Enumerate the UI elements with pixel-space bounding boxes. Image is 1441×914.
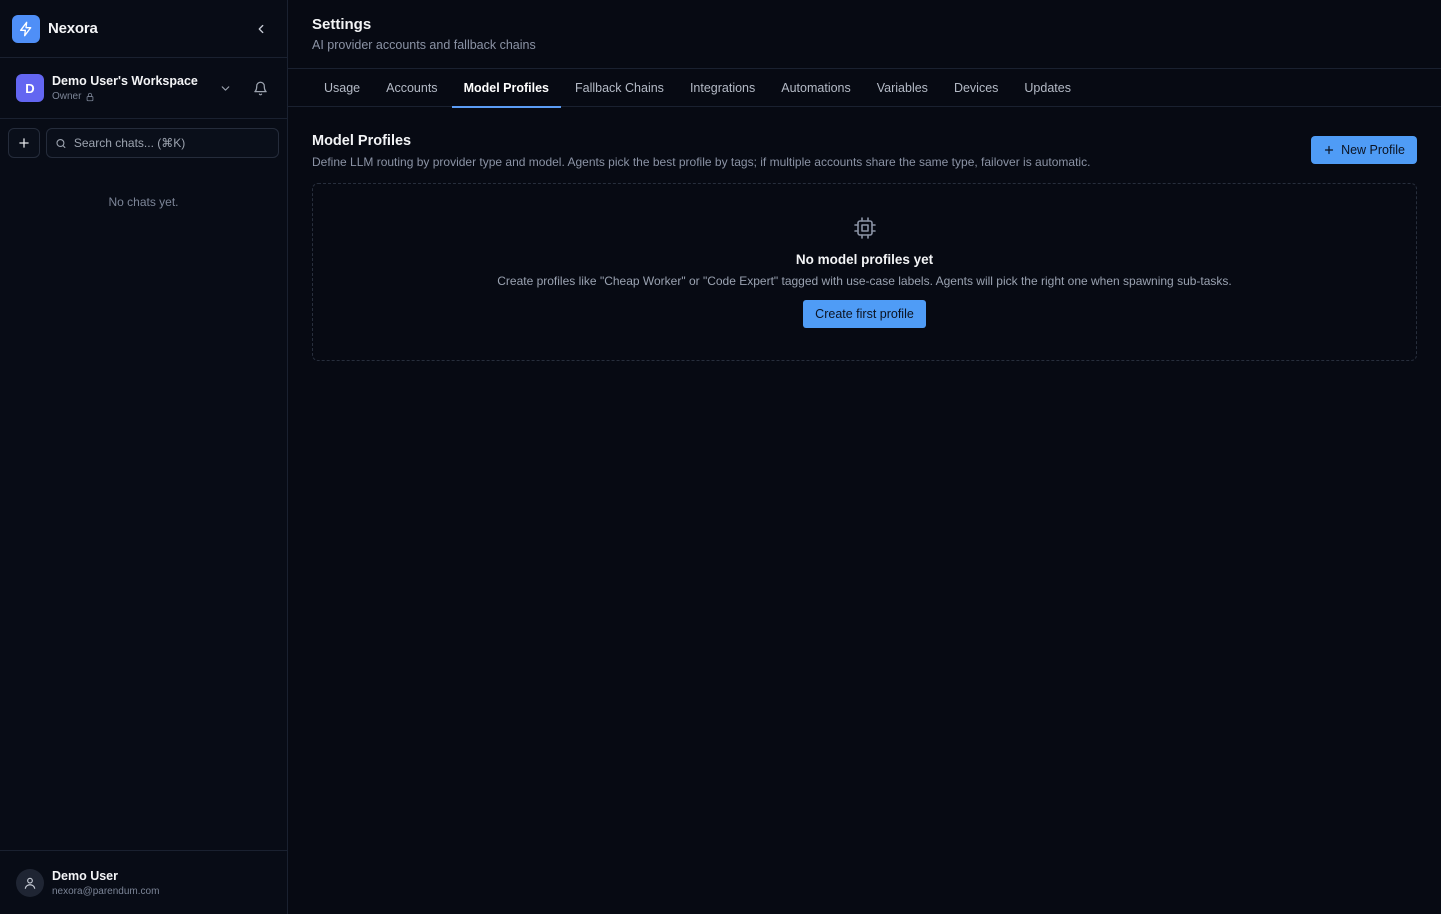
empty-state-title: No model profiles yet xyxy=(795,252,934,267)
page-header: Settings AI provider accounts and fallba… xyxy=(288,0,1441,69)
workspace-role: Owner xyxy=(52,91,198,102)
tab-fallback-chains[interactable]: Fallback Chains xyxy=(563,69,676,107)
create-first-profile-button[interactable]: Create first profile xyxy=(803,300,926,328)
user-icon xyxy=(24,877,36,889)
tab-devices[interactable]: Devices xyxy=(942,69,1010,107)
section-title: Model Profiles xyxy=(312,133,412,149)
avatar xyxy=(16,868,44,897)
tab-automations[interactable]: Automations xyxy=(769,69,862,107)
tab-accounts[interactable]: Accounts xyxy=(374,69,449,107)
app-name: Nexora xyxy=(48,20,98,37)
cpu-icon xyxy=(853,217,876,239)
workspace-dropdown-button[interactable] xyxy=(215,78,235,98)
new-profile-button[interactable]: New Profile xyxy=(1311,136,1417,164)
chevron-down-icon xyxy=(221,85,229,91)
collapse-sidebar-button[interactable] xyxy=(249,17,273,41)
settings-tabs: Usage Accounts Model Profiles Fallback C… xyxy=(288,69,1441,108)
empty-state-description: Create profiles like "Cheap Worker" or "… xyxy=(497,274,1232,288)
chat-search-row xyxy=(0,119,287,167)
model-profiles-section: Model Profiles Define LLM routing by pro… xyxy=(288,107,1441,361)
new-chat-button[interactable] xyxy=(8,128,40,158)
search-input[interactable] xyxy=(73,136,270,150)
workspace-switcher[interactable]: D Demo User's Workspace Owner xyxy=(0,58,287,119)
workspace-name: Demo User's Workspace xyxy=(52,74,198,88)
tab-variables[interactable]: Variables xyxy=(865,69,940,107)
tab-updates[interactable]: Updates xyxy=(1012,69,1083,107)
main-content: Settings AI provider accounts and fallba… xyxy=(288,0,1441,914)
notifications-button[interactable] xyxy=(249,77,271,99)
plus-icon xyxy=(1324,145,1334,155)
user-profile[interactable]: Demo User nexora@parendum.com xyxy=(0,850,287,914)
tab-model-profiles[interactable]: Model Profiles xyxy=(451,69,562,108)
user-email: nexora@parendum.com xyxy=(52,885,160,897)
empty-chats-message: No chats yet. xyxy=(108,195,179,209)
workspace-role-label: Owner xyxy=(52,91,82,102)
brand-header: Nexora xyxy=(0,0,287,58)
workspace-avatar: D xyxy=(16,74,44,102)
section-description: Define LLM routing by provider type and … xyxy=(312,155,1091,169)
plus-icon xyxy=(19,138,29,148)
chevron-left-icon xyxy=(258,24,264,33)
empty-state: No model profiles yet Create profiles li… xyxy=(312,183,1417,361)
search-icon xyxy=(56,138,66,148)
search-box[interactable] xyxy=(46,128,279,158)
tab-usage[interactable]: Usage xyxy=(312,69,372,107)
user-name: Demo User xyxy=(52,868,118,883)
lock-icon xyxy=(87,92,94,101)
new-profile-label: New Profile xyxy=(1341,143,1405,157)
bell-icon xyxy=(253,81,267,95)
sidebar: Nexora D Demo User's Workspace Owner Sea… xyxy=(0,0,288,914)
page-title: Settings xyxy=(312,16,372,33)
lightning-logo-icon xyxy=(12,14,40,43)
tab-integrations[interactable]: Integrations xyxy=(678,69,767,107)
page-subtitle: AI provider accounts and fallback chains xyxy=(312,38,536,52)
